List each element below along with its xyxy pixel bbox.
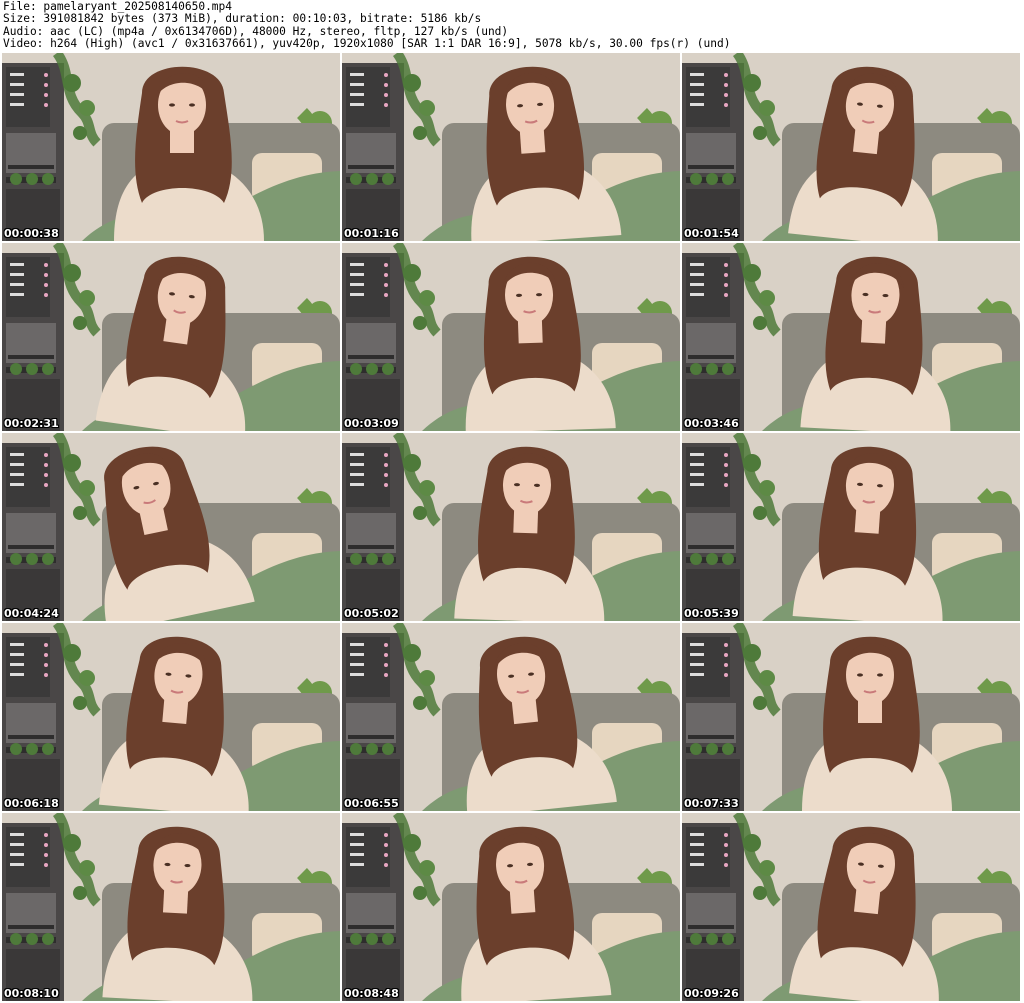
video-frame-image [682, 243, 1020, 431]
thumbnail-timestamp: 00:06:55 [344, 797, 399, 810]
thumbnail-frame: 00:03:09 [342, 243, 680, 431]
size-duration-line: Size: 391081842 bytes (373 MiB), duratio… [3, 12, 482, 26]
video-frame-image [342, 243, 680, 431]
video-frame-image [2, 433, 340, 621]
thumbnail-frame: 00:00:38 [2, 53, 340, 241]
thumbnail-timestamp: 00:05:02 [344, 607, 399, 620]
thumbnail-timestamp: 00:01:16 [344, 227, 399, 240]
video-frame-image [2, 813, 340, 1001]
thumbnail-timestamp: 00:05:39 [684, 607, 739, 620]
thumbnail-frame: 00:01:54 [682, 53, 1020, 241]
video-frame-image [342, 433, 680, 621]
thumbnail-timestamp: 00:09:26 [684, 987, 739, 1000]
thumbnail-timestamp: 00:03:46 [684, 417, 739, 430]
thumbnail-timestamp: 00:01:54 [684, 227, 739, 240]
thumbnail-frame: 00:06:18 [2, 623, 340, 811]
thumbnail-timestamp: 00:04:24 [4, 607, 59, 620]
thumbnail-timestamp: 00:08:10 [4, 987, 59, 1000]
thumbnail-frame: 00:08:48 [342, 813, 680, 1001]
video-frame-image [682, 433, 1020, 621]
thumbnail-frame: 00:02:31 [2, 243, 340, 431]
thumbnail-timestamp: 00:02:31 [4, 417, 59, 430]
video-frame-image [682, 53, 1020, 241]
thumbnail-timestamp: 00:00:38 [4, 227, 59, 240]
thumbnail-frame: 00:05:02 [342, 433, 680, 621]
thumbnail-timestamp: 00:07:33 [684, 797, 739, 810]
video-frame-image [342, 813, 680, 1001]
thumbnail-frame: 00:04:24 [2, 433, 340, 621]
thumbnail-timestamp: 00:06:18 [4, 797, 59, 810]
thumbnail-timestamp: 00:08:48 [344, 987, 399, 1000]
video-frame-image [342, 623, 680, 811]
thumbnail-frame: 00:06:55 [342, 623, 680, 811]
thumbnail-frame: 00:07:33 [682, 623, 1020, 811]
thumbnail-frame: 00:05:39 [682, 433, 1020, 621]
video-frame-image [2, 53, 340, 241]
video-frame-image [682, 813, 1020, 1001]
video-frame-image [342, 53, 680, 241]
thumbnail-frame: 00:09:26 [682, 813, 1020, 1001]
file-info-header: File: pamelaryant_202508140650.mp4 Size:… [3, 0, 1021, 51]
thumbnail-frame: 00:03:46 [682, 243, 1020, 431]
thumbnail-frame: 00:01:16 [342, 53, 680, 241]
thumbnail-grid: 00:00:38 00:01:16 00:01:54 00:02:31 00:03:09… [2, 53, 1022, 1003]
video-info-line: Video: h264 (High) (avc1 / 0x31637661), … [3, 37, 731, 51]
video-frame-image [2, 623, 340, 811]
video-frame-image [2, 243, 340, 431]
thumbnail-timestamp: 00:03:09 [344, 417, 399, 430]
video-frame-image [682, 623, 1020, 811]
thumbnail-frame: 00:08:10 [2, 813, 340, 1001]
